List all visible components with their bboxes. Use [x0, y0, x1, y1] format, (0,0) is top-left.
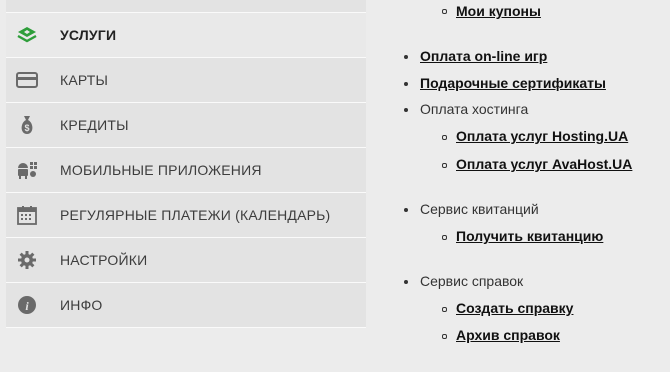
sidebar-item-cards[interactable]: КАРТЫ [6, 58, 366, 103]
list-bullet [442, 235, 447, 240]
list-bullet [404, 208, 408, 212]
mobile-apps-icon [16, 159, 38, 181]
sidebar-item-services[interactable]: УСЛУГИ [6, 13, 366, 58]
list-bullet [442, 9, 447, 14]
services-stack-icon [16, 24, 38, 46]
sidebar-item-credits[interactable]: $ КРЕДИТЫ [6, 103, 366, 148]
sidebar-item-info[interactable]: i ИНФО [6, 283, 366, 328]
sidebar-item-label: НАСТРОЙКИ [60, 252, 148, 268]
link-gift-certificates[interactable]: Подарочные сертификаты [420, 75, 606, 91]
sidebar-item-previous[interactable] [6, 0, 366, 13]
list-bullet [404, 280, 408, 284]
hosting-heading: Оплата хостинга [420, 101, 529, 117]
link-get-receipt[interactable]: Получить квитанцию [456, 228, 603, 244]
list-bullet [442, 135, 447, 140]
sidebar-menu: УСЛУГИ КАРТЫ $ КРЕДИТЫ МОБИЛЬНЫЕ ПРИЛОЖЕ… [6, 0, 366, 328]
sidebar-item-label: МОБИЛЬНЫЕ ПРИЛОЖЕНИЯ [60, 162, 262, 178]
sidebar-item-settings[interactable]: НАСТРОЙКИ [6, 238, 366, 283]
list-bullet [442, 163, 447, 168]
sidebar-item-label: КРЕДИТЫ [60, 117, 129, 133]
info-icon: i [16, 294, 38, 316]
list-bullet [442, 307, 447, 312]
calendar-icon [16, 204, 38, 226]
sidebar-item-label: РЕГУЛЯРНЫЕ ПЛАТЕЖИ (КАЛЕНДАРЬ) [60, 207, 331, 223]
sidebar-item-label: ИНФО [60, 297, 103, 313]
list-bullet [404, 82, 408, 86]
list-bullet [442, 334, 447, 339]
certificates-heading: Сервис справок [420, 273, 524, 289]
gear-icon [16, 249, 38, 271]
sidebar-item-mobile-apps[interactable]: МОБИЛЬНЫЕ ПРИЛОЖЕНИЯ [6, 148, 366, 193]
money-bag-icon: $ [16, 114, 38, 136]
link-create-certificate[interactable]: Создать справку [456, 300, 573, 316]
card-icon [16, 69, 38, 91]
link-avahost[interactable]: Оплата услуг AvaHost.UA [456, 156, 632, 172]
link-online-games[interactable]: Оплата on-line игр [420, 48, 547, 64]
list-bullet [404, 55, 408, 59]
link-certificates-archive[interactable]: Архив справок [456, 327, 560, 343]
receipts-heading: Сервис квитанций [420, 201, 539, 217]
list-bullet [404, 108, 408, 112]
sidebar-item-label: КАРТЫ [60, 72, 109, 88]
link-hosting-ua[interactable]: Оплата услуг Hosting.UA [456, 128, 628, 144]
svg-text:$: $ [24, 123, 29, 133]
sidebar-item-label: УСЛУГИ [60, 27, 117, 43]
link-my-coupons[interactable]: Мои купоны [456, 3, 541, 19]
sidebar-item-calendar[interactable]: РЕГУЛЯРНЫЕ ПЛАТЕЖИ (КАЛЕНДАРЬ) [6, 193, 366, 238]
